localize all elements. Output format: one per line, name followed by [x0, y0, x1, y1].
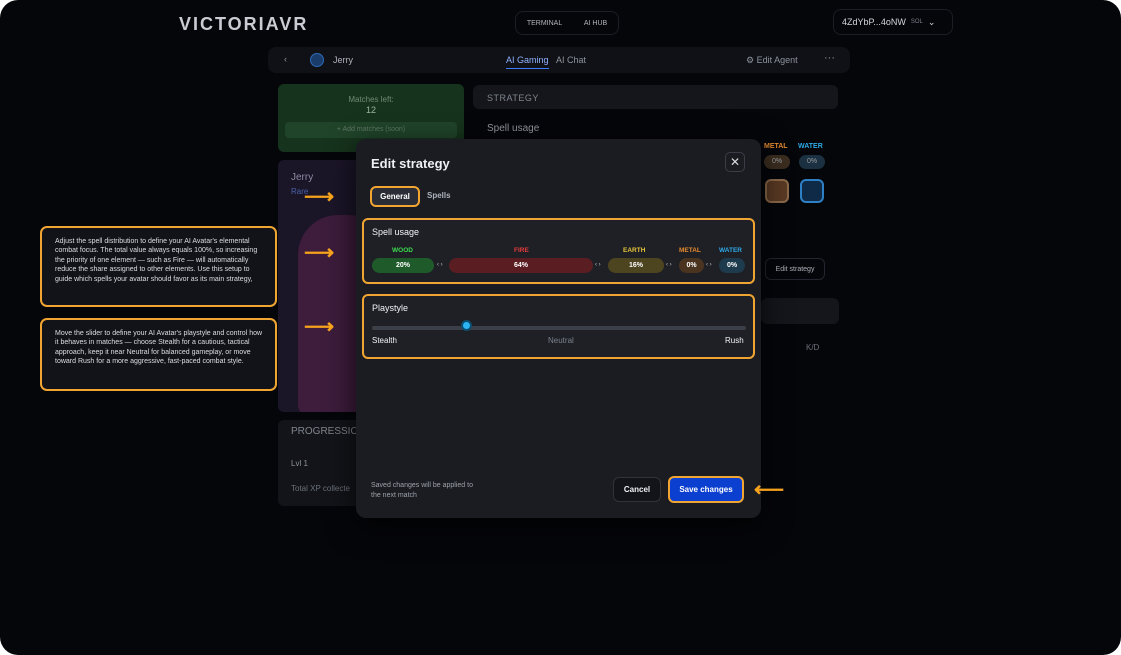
wood-value-pill[interactable]: 20% — [372, 258, 434, 273]
edit-agent-label: Edit Agent — [756, 55, 798, 65]
back-arrow-icon[interactable]: ‹ — [284, 54, 287, 64]
tab-spells[interactable]: Spells — [427, 191, 451, 200]
progression-title: PROGRESSION — [291, 426, 366, 437]
wallet-address: 4ZdYbP...4oNW — [842, 17, 906, 27]
metal-spell-icon — [765, 179, 789, 203]
add-matches-button[interactable]: + Add matches (soon) — [285, 122, 457, 138]
tab-ai-chat[interactable]: AI Chat — [556, 55, 586, 65]
playstyle-slider-track[interactable] — [372, 326, 746, 330]
spell-usage-section: Spell usage WOOD 20% ‹ › FIRE 64% ‹ › EA… — [362, 218, 755, 284]
sliders-icon: ⚙ — [746, 55, 755, 65]
avatar — [310, 53, 324, 67]
agent-name: Jerry — [333, 55, 353, 65]
mini-water-label: WATER — [798, 143, 823, 150]
rush-label: Rush — [725, 336, 744, 345]
playstyle-slider-thumb[interactable] — [460, 320, 472, 331]
arrow-left-icon: ⟵ — [754, 478, 785, 501]
wood-label: WOOD — [392, 247, 413, 254]
stats-panel-header — [761, 298, 839, 324]
wallet-button[interactable]: 4ZdYbP...4oNW SOL ⌄ — [833, 9, 953, 35]
add-matches-label: Add matches (soon) — [342, 126, 406, 133]
saved-changes-note: Saved changes will be applied to the nex… — [371, 482, 473, 499]
nav-terminal[interactable]: TERMINAL — [527, 20, 562, 27]
brand-logo: VICTORIAVR — [179, 14, 309, 34]
more-icon[interactable]: ··· — [824, 52, 835, 64]
level-label: Lvl 1 — [291, 459, 308, 468]
stealth-label: Stealth — [372, 336, 397, 345]
mini-water-value: 0% — [799, 155, 825, 169]
earth-value-pill[interactable]: 16% — [608, 258, 664, 273]
metal-value-pill[interactable]: 0% — [679, 258, 704, 273]
save-changes-button[interactable]: Save changes — [668, 476, 744, 503]
xp-label: Total XP collecte — [291, 484, 350, 493]
water-label: WATER — [719, 247, 742, 254]
mini-metal-label: METAL — [764, 143, 788, 150]
arrow-right-icon: ⟶ — [304, 185, 335, 208]
metal-water-adjust-icon[interactable]: ‹ › — [706, 262, 712, 268]
matches-left-value: 12 — [365, 105, 376, 115]
plus-icon: + — [336, 126, 341, 133]
edit-strategy-modal: Edit strategy ✕ General Spells Spell usa… — [356, 139, 761, 518]
fire-value-pill[interactable]: 64% — [449, 258, 593, 273]
earth-metal-adjust-icon[interactable]: ‹ › — [666, 262, 672, 268]
edit-strategy-button[interactable]: Edit strategy — [765, 258, 825, 280]
metal-label: METAL — [679, 247, 701, 254]
spell-usage-callout: Adjust the spell distribution to define … — [40, 226, 277, 307]
wood-fire-adjust-icon[interactable]: ‹ › — [437, 262, 443, 268]
fire-earth-adjust-icon[interactable]: ‹ › — [595, 262, 601, 268]
chevron-down-icon: ⌄ — [927, 16, 936, 27]
water-value-pill[interactable]: 0% — [719, 258, 745, 273]
top-nav: TERMINAL AI HUB — [515, 11, 619, 35]
neutral-label: Neutral — [548, 336, 574, 345]
modal-title: Edit strategy — [371, 156, 450, 171]
spell-usage-label: Spell usage — [487, 123, 540, 134]
strategy-header: STRATEGY — [473, 85, 838, 109]
tab-general[interactable]: General — [370, 186, 420, 207]
agent-bar: ‹ Jerry AI Gaming AI Chat ⚙ Edit Agent ·… — [268, 47, 850, 73]
spell-usage-title: Spell usage — [372, 227, 420, 237]
close-icon[interactable]: ✕ — [725, 152, 745, 172]
edit-agent-button[interactable]: ⚙ Edit Agent — [746, 55, 798, 66]
arrow-right-icon: ⟶ — [304, 241, 335, 264]
kd-label: K/D — [806, 343, 820, 352]
mini-metal-value: 0% — [764, 155, 790, 169]
playstyle-title: Playstyle — [372, 303, 409, 313]
tab-ai-gaming[interactable]: AI Gaming — [506, 55, 549, 69]
matches-left-label: Matches left: — [348, 95, 394, 104]
playstyle-section: Playstyle Stealth Neutral Rush — [362, 294, 755, 359]
hero-name: Jerry — [291, 172, 314, 183]
wallet-chain: SOL — [910, 19, 923, 25]
water-spell-icon — [800, 179, 824, 203]
cancel-button[interactable]: Cancel — [613, 477, 661, 502]
earth-label: EARTH — [623, 247, 646, 254]
app-frame: VICTORIAVR TERMINAL AI HUB 4ZdYbP...4oNW… — [0, 0, 1121, 655]
fire-label: FIRE — [514, 247, 529, 254]
nav-ai-hub[interactable]: AI HUB — [584, 20, 607, 27]
playstyle-callout: Move the slider to define your AI Avatar… — [40, 318, 277, 391]
arrow-right-icon: ⟶ — [304, 315, 335, 338]
